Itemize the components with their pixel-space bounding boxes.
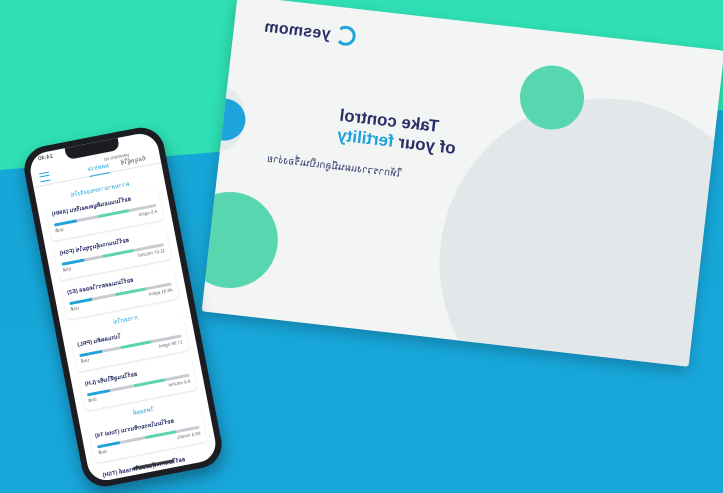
hamburger-menu-icon[interactable] [38,171,51,183]
value-number: 49.91 [160,287,174,295]
value-number: 4.5 [150,208,158,215]
status-label: ปกติ [70,305,80,313]
box-cover: yesmom Take control of your fertility ให… [201,0,723,367]
status-label: ปกติ [54,226,65,234]
status-label: ปกติ [62,266,72,273]
value-number: 6.6 [183,378,191,385]
box-headline: Take control of your fertility [336,106,459,159]
status-label: ปกติ [97,448,108,456]
status-time: 14:40 [37,153,54,163]
product-photo-scene: yesmom Take control of your fertility ให… [0,0,723,493]
status-label: ปกติ [80,357,90,365]
decorative-circle-large [421,80,723,367]
tab-user-info[interactable]: ข้อมูลผู้ใช้ [120,153,147,168]
value-number: 17.99 [170,339,184,347]
value-unit: nmol/L [176,432,191,441]
brand-name: yesmom [263,18,332,44]
value-number: 69.3 [191,430,201,438]
value-unit: ng/ml [138,210,151,218]
value-unit: pg/ml [148,289,161,297]
result-value: 6.6 mIU/ml [168,379,191,390]
decorative-circle-green-bottom [201,186,283,294]
result-value: 4.5 ng/ml [138,209,158,219]
product-box: yesmom Take control of your fertility ให… [201,0,723,367]
box-subtitle: ให้การวางแผนมีลูกเป็นเรื่องง่าย [266,153,403,180]
value-unit: ng/ml [158,341,171,349]
ring-logo-icon [334,24,357,47]
tab-results[interactable]: ผลตรวจ [86,160,111,178]
status-label: ปกติ [87,396,98,404]
value-number: 11.07 [153,247,166,256]
value-unit: mIU/ml [168,380,184,388]
value-unit: mIU/ml [138,250,154,259]
